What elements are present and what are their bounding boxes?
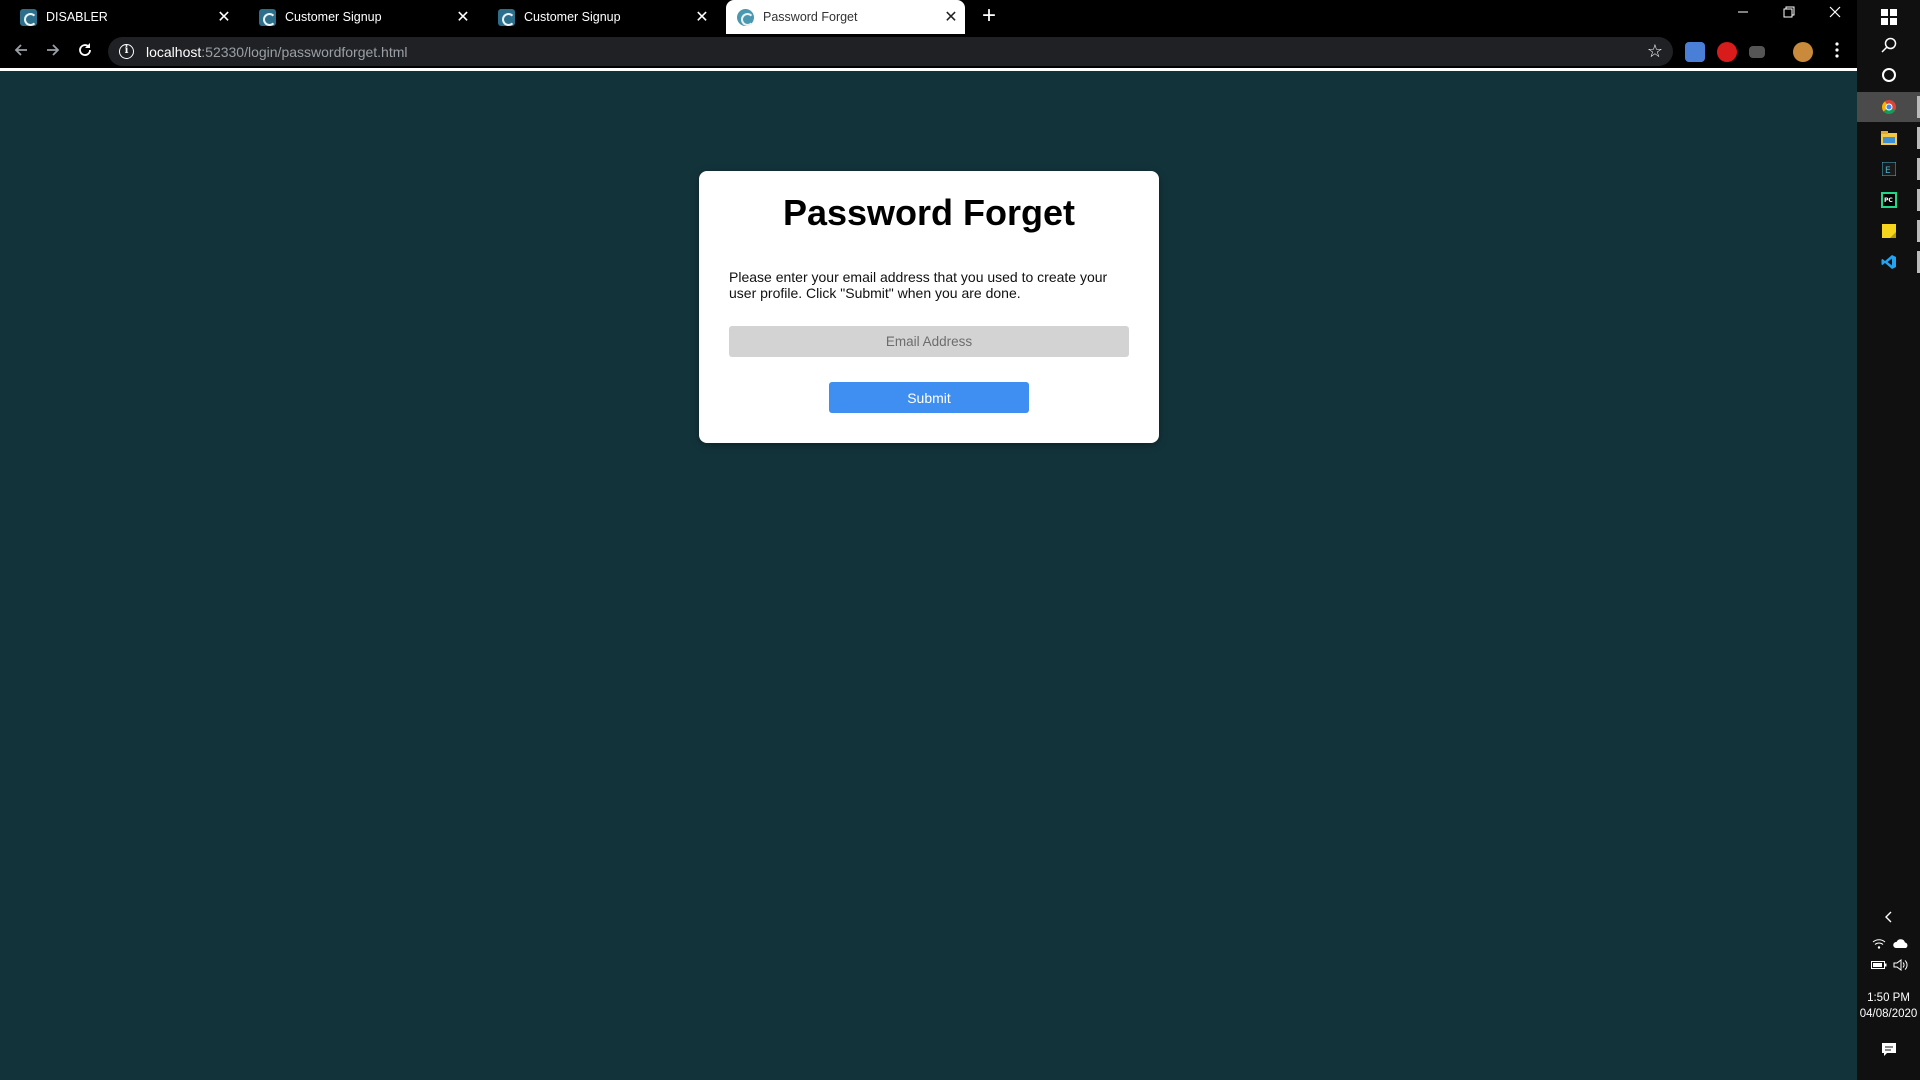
cortana-button[interactable] (1857, 60, 1920, 90)
chrome-icon (1881, 100, 1896, 114)
instructions-text: Please enter your email address that you… (729, 269, 1108, 301)
back-arrow-icon (14, 44, 27, 56)
taskbar-sticky-notes[interactable] (1857, 216, 1920, 246)
bookmark-star-icon[interactable]: ☆ (1647, 41, 1663, 62)
page-viewport: Password Forget Please enter your email … (0, 71, 1857, 1080)
restore-icon (1783, 6, 1795, 18)
search-button[interactable] (1857, 30, 1920, 60)
close-tab-icon[interactable]: ✕ (449, 7, 477, 27)
address-path: :52330/login/passwordforget.html (201, 43, 408, 60)
tab-customer-signup-1[interactable]: Customer Signup ✕ (239, 0, 477, 34)
tab-disabler[interactable]: DISABLER ✕ (0, 0, 238, 34)
translate-extension-icon[interactable] (1685, 42, 1705, 62)
system-clock[interactable]: 1:50 PM 04/08/2020 (1857, 990, 1920, 1022)
chevron-left-icon (1884, 911, 1891, 923)
site-favicon-icon (259, 8, 276, 26)
taskbar-chrome[interactable] (1857, 92, 1920, 122)
search-icon (1880, 37, 1896, 53)
site-info-icon[interactable]: i (119, 44, 134, 59)
browser-menu-button[interactable] (1823, 39, 1851, 67)
svg-text:PC: PC (1884, 197, 1893, 204)
cloud-icon (1892, 939, 1907, 948)
browser-toolbar: i localhost:52330/login/passwordforget.h… (0, 34, 1857, 71)
close-tab-icon[interactable]: ✕ (210, 7, 238, 27)
adblock-extension-icon[interactable] (1717, 42, 1737, 62)
tab-strip: DISABLER ✕ Customer Signup ✕ Customer Si… (0, 0, 1857, 34)
minimize-icon (1738, 11, 1748, 13)
close-window-button[interactable] (1812, 0, 1858, 30)
windows-taskbar: E PC 1:50 PM 04/08/2020 (1857, 0, 1920, 1080)
close-tab-icon[interactable]: ✕ (688, 7, 716, 27)
email-field[interactable] (729, 326, 1129, 357)
cortana-circle-icon (1881, 68, 1896, 82)
forward-arrow-icon (47, 44, 60, 56)
taskbar-pycharm[interactable]: PC (1857, 185, 1920, 215)
new-tab-button[interactable]: + (976, 4, 1002, 30)
submit-button[interactable]: Submit (829, 382, 1029, 413)
site-favicon-icon (20, 8, 37, 26)
taskbar-vscode[interactable] (1857, 247, 1920, 277)
taskbar-terminal-app[interactable]: E (1857, 154, 1920, 184)
action-center-button[interactable] (1857, 1035, 1920, 1065)
browser-window: DISABLER ✕ Customer Signup ✕ Customer Si… (0, 0, 1857, 1080)
reload-button[interactable] (71, 39, 99, 67)
terminal-app-icon: E (1881, 162, 1896, 176)
svg-text:E: E (1885, 166, 1891, 176)
profile-avatar[interactable] (1793, 42, 1813, 62)
clock-date: 04/08/2020 (1859, 1008, 1918, 1020)
desktop: DISABLER ✕ Customer Signup ✕ Customer Si… (0, 0, 1920, 1080)
tab-title: Password Forget (763, 10, 858, 24)
tab-password-forget[interactable]: Password Forget ✕ (726, 0, 965, 34)
tab-customer-signup-2[interactable]: Customer Signup ✕ (478, 0, 716, 34)
windows-logo-icon (1880, 9, 1897, 25)
back-button[interactable] (7, 39, 35, 67)
volume-control[interactable] (1869, 950, 1920, 980)
notification-icon (1881, 1043, 1896, 1056)
address-bar[interactable]: i localhost:52330/login/passwordforget.h… (108, 37, 1673, 66)
site-favicon-icon (498, 8, 515, 26)
start-button[interactable] (1857, 2, 1920, 32)
folder-icon (1880, 131, 1897, 145)
pycharm-icon: PC (1880, 192, 1897, 208)
taskbar-file-explorer[interactable] (1857, 123, 1920, 153)
tab-title: Customer Signup (524, 10, 621, 24)
close-tab-icon[interactable]: ✕ (937, 7, 965, 27)
clock-time: 1:50 PM (1867, 992, 1910, 1004)
kebab-menu-icon (1835, 42, 1839, 58)
password-forget-card: Password Forget Please enter your email … (699, 171, 1159, 443)
speaker-icon (1893, 959, 1907, 971)
site-favicon-icon (737, 8, 754, 26)
tab-title: Customer Signup (285, 10, 382, 24)
close-icon (1829, 6, 1841, 18)
sticky-note-icon (1881, 224, 1896, 238)
tab-title: DISABLER (46, 10, 108, 24)
cast-extension-icon[interactable] (1749, 46, 1765, 58)
minimize-button[interactable] (1720, 0, 1766, 30)
page-title: Password Forget (782, 192, 1076, 233)
reload-icon (79, 43, 91, 56)
forward-button[interactable] (39, 39, 67, 67)
restore-button[interactable] (1766, 0, 1812, 30)
vscode-icon (1881, 255, 1896, 269)
address-host: localhost (146, 43, 202, 60)
